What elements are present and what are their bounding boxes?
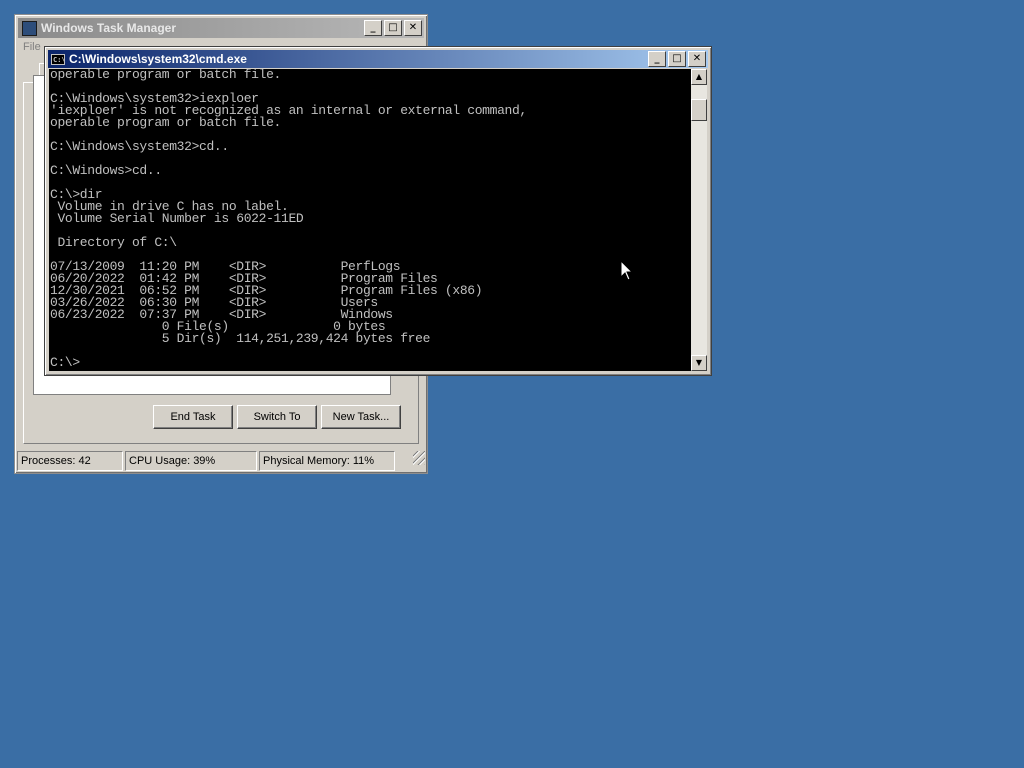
- cmd-minimize-button[interactable]: _: [648, 51, 666, 67]
- tm-menu-file[interactable]: File: [23, 41, 41, 53]
- console-scrollbar[interactable]: ▲ ▼: [691, 69, 707, 371]
- tm-maximize-button[interactable]: □: [384, 20, 402, 36]
- status-cpu-usage: CPU Usage: 39%: [125, 451, 257, 471]
- status-physical-memory: Physical Memory: 11%: [259, 451, 395, 471]
- end-task-button[interactable]: End Task: [153, 405, 233, 429]
- cmd-title: C:\Windows\system32\cmd.exe: [69, 52, 247, 66]
- scroll-down-arrow-icon[interactable]: ▼: [691, 355, 707, 371]
- task-manager-titlebar[interactable]: Windows Task Manager _ □ ✕: [18, 18, 424, 38]
- cmd-maximize-button[interactable]: □: [668, 51, 686, 67]
- mouse-cursor-icon: [620, 260, 634, 281]
- scroll-thumb[interactable]: [691, 99, 707, 121]
- tm-close-button[interactable]: ✕: [404, 20, 422, 36]
- status-bar: Processes: 42 CPU Usage: 39% Physical Me…: [17, 451, 425, 471]
- tm-minimize-button[interactable]: _: [364, 20, 382, 36]
- cmd-close-button[interactable]: ✕: [688, 51, 706, 67]
- console-output[interactable]: operable program or batch file. C:\Windo…: [49, 69, 691, 371]
- switch-to-button[interactable]: Switch To: [237, 405, 317, 429]
- status-processes: Processes: 42: [17, 451, 123, 471]
- scroll-up-arrow-icon[interactable]: ▲: [691, 69, 707, 85]
- resize-grip-icon[interactable]: [413, 451, 425, 465]
- cmd-icon: C:\: [51, 53, 66, 65]
- cmd-titlebar[interactable]: C:\ C:\Windows\system32\cmd.exe _ □ ✕: [48, 50, 708, 68]
- task-manager-icon: [22, 20, 37, 36]
- console-text: operable program or batch file. C:\Windo…: [50, 69, 527, 370]
- new-task-button[interactable]: New Task...: [321, 405, 401, 429]
- cmd-window[interactable]: C:\ C:\Windows\system32\cmd.exe _ □ ✕ op…: [44, 46, 712, 376]
- task-manager-title: Windows Task Manager: [41, 21, 177, 35]
